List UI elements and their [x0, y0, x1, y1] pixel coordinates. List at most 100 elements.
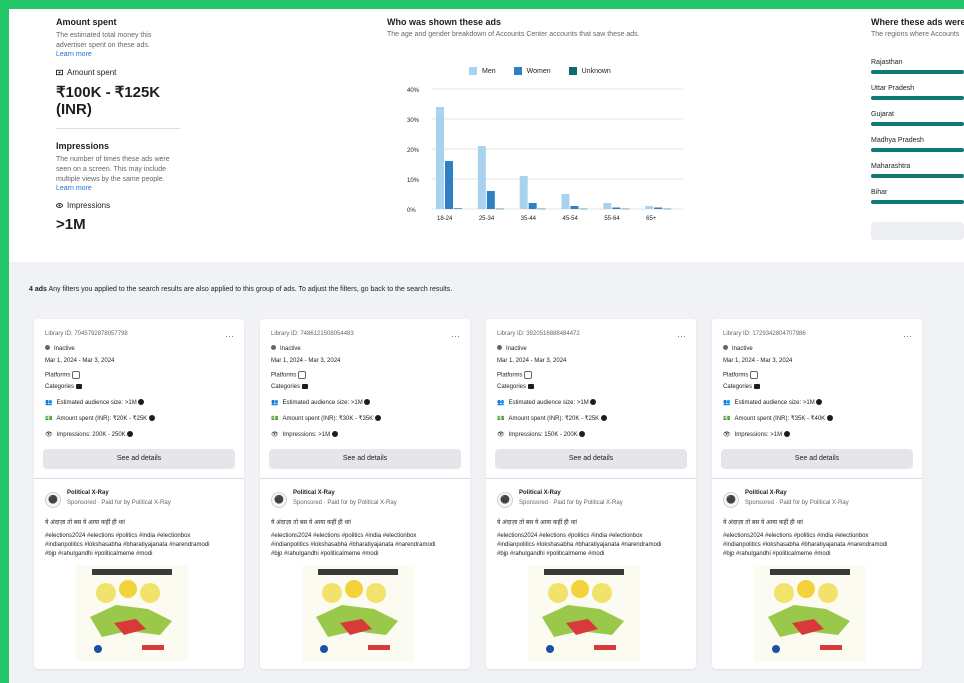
region-label: Madhya Pradesh — [871, 137, 924, 144]
chart-subtitle: The age and gender breakdown of Accounts… — [387, 31, 640, 38]
ad-creative-image[interactable] — [76, 565, 188, 661]
platforms-label: Platforms — [45, 372, 71, 379]
sponsored-label: Sponsored · Paid for by Political X-Ray — [67, 500, 171, 506]
see-ad-details-button[interactable]: See ad details — [269, 449, 461, 469]
summary-panel: Amount spent The estimated total money t… — [9, 9, 964, 262]
audience-row: 👥 Estimated audience size: >1M — [271, 399, 371, 406]
info-icon[interactable] — [816, 399, 823, 406]
platforms-row: Platforms — [723, 371, 759, 379]
x-tick-label: 65+ — [646, 216, 657, 222]
amount-spent: Amount spent (INR): ₹20K - ₹25K — [508, 416, 600, 422]
audience-size: Estimated audience size: >1M — [734, 400, 815, 406]
run-dates: Mar 1, 2024 - Mar 3, 2024 — [497, 358, 567, 364]
bar-men — [436, 107, 444, 209]
info-icon[interactable] — [127, 431, 134, 438]
amount-spent: Amount spent (INR): ₹20K - ₹25K — [56, 416, 148, 422]
sponsored-label: Sponsored · Paid for by Political X-Ray — [519, 500, 623, 506]
ad-hashtags: #indianpolitics #lokshasabha #bharatiyaj… — [45, 542, 210, 548]
impressions-description-2: seen on a screen. This may include — [56, 166, 166, 173]
ad-hashtags: #indianpolitics #lokshasabha #bharatiyaj… — [271, 542, 436, 548]
status-dot-icon — [45, 345, 50, 350]
info-icon[interactable] — [331, 431, 338, 438]
ad-body-text: ये अंदाज़ा तो बस ये आया कहीं ही था! — [497, 520, 578, 526]
audience-row: 👥 Estimated audience size: >1M — [45, 399, 145, 406]
page-name[interactable]: Political X-Ray — [293, 490, 335, 496]
info-icon[interactable] — [148, 415, 155, 422]
ad-creative-image[interactable] — [754, 565, 866, 661]
legend-label-men: Men — [482, 67, 496, 75]
see-ad-details-button[interactable]: See ad details — [721, 449, 913, 469]
amount-spent-learn-more[interactable]: Learn more — [56, 51, 196, 58]
demographics-chart-section: Who was shown these ads The age and gend… — [387, 17, 717, 257]
ad-creative-illustration — [528, 565, 640, 661]
impressions-label: Impressions — [67, 201, 111, 210]
legend-swatch-women — [513, 67, 522, 75]
platforms-row: Platforms — [497, 371, 533, 379]
ad-hashtags: #indianpolitics #lokshasabha #bharatiyaj… — [723, 542, 888, 548]
audience-row: 👥 Estimated audience size: >1M — [497, 399, 597, 406]
info-icon[interactable] — [826, 415, 833, 422]
more-options-icon[interactable]: ··· — [451, 331, 460, 341]
bar-unknown — [495, 208, 504, 210]
bar-women — [612, 207, 621, 209]
filter-note-text: Any filters you applied to the search re… — [48, 286, 453, 293]
region-label: Maharashtra — [871, 163, 911, 170]
info-icon[interactable] — [374, 415, 381, 422]
ad-body-text: ये अंदाज़ा तो बस ये आया कहीं ही था! — [45, 520, 126, 526]
eye-icon — [56, 203, 63, 208]
page-name[interactable]: Political X-Ray — [519, 490, 561, 496]
regions-see-more-button[interactable] — [871, 222, 964, 240]
platform-icon — [524, 371, 533, 379]
info-icon[interactable] — [579, 431, 586, 438]
region-bar — [871, 148, 964, 152]
categories-row: Categories — [45, 384, 82, 390]
page-avatar-icon[interactable]: ⚫ — [497, 492, 513, 508]
audience-size: Estimated audience size: >1M — [56, 400, 137, 406]
page-name[interactable]: Political X-Ray — [745, 490, 787, 496]
sponsored-label: Sponsored · Paid for by Political X-Ray — [745, 500, 849, 506]
x-tick-label: 18-24 — [437, 216, 453, 222]
impressions-learn-more[interactable]: Learn more — [56, 185, 196, 192]
more-options-icon[interactable]: ··· — [677, 331, 686, 341]
legend-swatch-men — [469, 67, 477, 75]
region-label: Bihar — [871, 189, 888, 196]
info-icon[interactable] — [364, 399, 371, 406]
page-avatar-icon[interactable]: ⚫ — [723, 492, 739, 508]
eye-icon: 👁 — [723, 432, 731, 438]
status-label: Inactive — [54, 346, 75, 352]
page-avatar-icon[interactable]: ⚫ — [271, 492, 287, 508]
ad-creative-illustration — [76, 565, 188, 661]
ad-creative-image[interactable] — [528, 565, 640, 661]
more-options-icon[interactable]: ··· — [225, 331, 234, 341]
info-icon[interactable] — [590, 399, 597, 406]
money-icon: 💵 — [723, 416, 731, 422]
more-options-icon[interactable]: ··· — [903, 331, 912, 341]
categories-row: Categories — [497, 384, 534, 390]
amount-spent-title: Amount spent — [56, 17, 117, 27]
platforms-label: Platforms — [723, 372, 749, 379]
run-dates: Mar 1, 2024 - Mar 3, 2024 — [45, 358, 115, 364]
platforms-label: Platforms — [497, 372, 523, 379]
bar-unknown — [579, 208, 588, 210]
see-ad-details-button[interactable]: See ad details — [495, 449, 687, 469]
categories-label: Categories — [271, 384, 301, 391]
impressions-description-3: multiple views by the same people. — [56, 176, 165, 183]
impressions-description: The number of times these ads were — [56, 156, 170, 163]
x-tick-label: 45-54 — [563, 216, 579, 222]
y-tick-label: 10% — [407, 178, 420, 184]
amount-spent-section: Amount spent The estimated total money t… — [56, 17, 196, 129]
filter-note: 4 ads Any filters you applied to the sea… — [29, 286, 452, 293]
amount-spent: Amount spent (INR): ₹35K - ₹40K — [734, 416, 826, 422]
info-icon[interactable] — [783, 431, 790, 438]
region-bar — [871, 96, 964, 100]
info-icon[interactable] — [600, 415, 607, 422]
bar-men — [645, 206, 654, 209]
page-name[interactable]: Political X-Ray — [67, 490, 109, 496]
people-icon: 👥 — [723, 400, 731, 406]
page-avatar-icon[interactable]: ⚫ — [45, 492, 61, 508]
see-ad-details-button[interactable]: See ad details — [43, 449, 235, 469]
bar-women — [445, 161, 453, 209]
legend-item-unknown: Unknown — [568, 67, 611, 75]
ad-creative-image[interactable] — [302, 565, 414, 661]
info-icon[interactable] — [138, 399, 145, 406]
